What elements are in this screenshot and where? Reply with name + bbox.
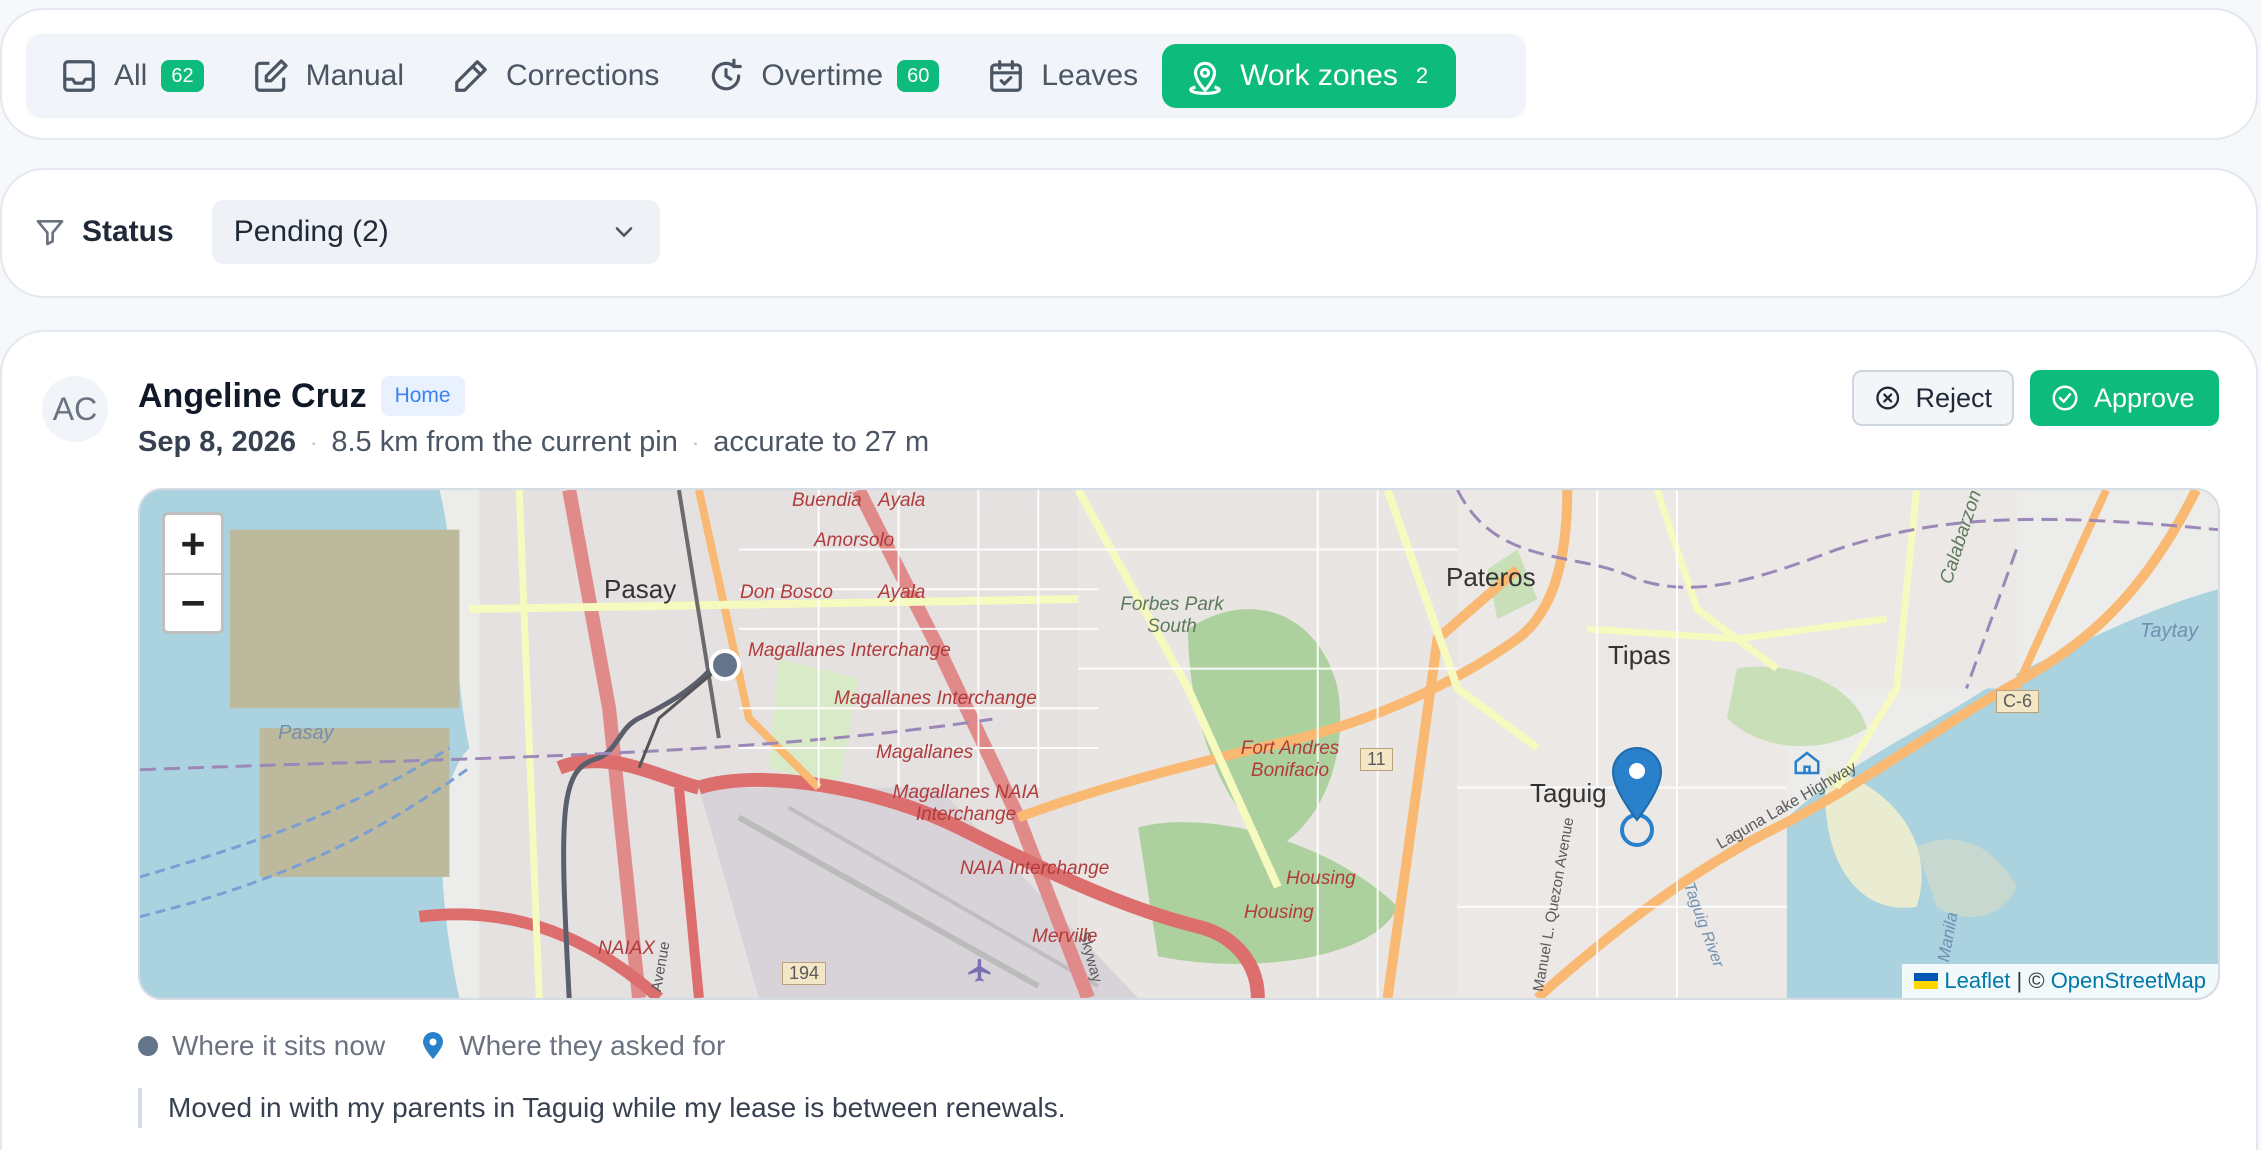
map-label-amorsolo: Amorsolo — [814, 530, 895, 551]
map-label-pasay-water: Pasay — [278, 722, 334, 744]
zoom-in-button[interactable]: + — [165, 515, 221, 573]
avatar: AC — [42, 376, 108, 442]
map-label-pateros: Pateros — [1446, 562, 1536, 592]
map-label-magallanes-naia: Magallanes NAIA Interchange — [892, 782, 1040, 825]
map-label-don-bosco: Don Bosco — [740, 582, 833, 603]
clock-rotate-icon — [712, 58, 743, 91]
reject-button[interactable]: Reject — [1852, 370, 2014, 426]
tab-all[interactable]: All 62 — [36, 44, 228, 108]
filter-icon — [36, 220, 64, 246]
requested-pin-icon — [423, 1032, 444, 1059]
tab-bar: All 62 Manual Corrections Overtime 60 Le… — [26, 34, 1526, 118]
status-filter-label: Status — [82, 215, 174, 248]
work-zone-request-card: AC Angeline Cruz Home Sep 8, 2026 · 8.5 … — [0, 330, 2258, 1150]
tab-all-count: 62 — [161, 60, 204, 92]
map-label-buendia: Buendia — [792, 490, 862, 511]
map-attribution: Leaflet | © OpenStreetMap — [1902, 964, 2218, 998]
map-label-magallanes-interchange-1: Magallanes Interchange — [748, 640, 951, 661]
tab-overtime-count: 60 — [897, 60, 940, 92]
edit-icon — [254, 59, 288, 92]
request-note: Moved in with my parents in Taguig while… — [138, 1088, 1065, 1128]
tab-work-zones-count: 2 — [1415, 63, 1429, 88]
tab-work-zones[interactable]: Work zones 2 — [1162, 44, 1457, 108]
request-type-tabs-card: All 62 Manual Corrections Overtime 60 Le… — [0, 8, 2258, 140]
filter-card: Status Pending (2) — [0, 168, 2258, 298]
map-label-magallanes: Magallanes — [876, 742, 974, 763]
distance-text: 8.5 km from the current pin — [331, 426, 678, 458]
tab-overtime[interactable]: Overtime 60 — [683, 44, 963, 108]
map-label-route-11: 11 — [1360, 748, 1393, 771]
calendar-check-icon — [990, 60, 1023, 92]
location-map[interactable]: Pasay Pasay Pateros Tipas Taguig Amorsol… — [138, 488, 2220, 1000]
map-label-taytay: Taytay — [2140, 620, 2199, 642]
map-label-magallanes-interchange-2: Magallanes Interchange — [834, 688, 1037, 709]
map-label-housing-1: Housing — [1286, 868, 1356, 889]
tab-manual[interactable]: Manual — [228, 44, 428, 108]
request-date: Sep 8, 2026 — [138, 426, 296, 458]
map-label-ayala-top: Ayala — [878, 490, 926, 511]
zoom-control: + − — [162, 512, 224, 634]
map-pin-icon — [1189, 61, 1221, 95]
map-legend: Where it sits now Where they asked for — [138, 1030, 725, 1062]
requester-name: Angeline Cruz — [138, 376, 367, 415]
tab-corrections[interactable]: Corrections — [428, 44, 683, 108]
check-circle-icon — [2052, 385, 2078, 411]
map-label-housing-2: Housing — [1244, 902, 1314, 923]
map-label-c6: C-6 — [1996, 690, 2040, 713]
legend-requested: Where they asked for — [459, 1030, 726, 1061]
inbox-icon — [63, 60, 95, 92]
map-label-route-194: 194 — [782, 962, 827, 985]
tab-leaves-label: Leaves — [1041, 59, 1139, 92]
pencil-icon — [455, 60, 487, 92]
meta-separator: · — [691, 429, 700, 455]
approve-button[interactable]: Approve — [2030, 370, 2219, 426]
map-label-fort-andres: Fort Andres Bonifacio — [1240, 738, 1340, 781]
x-circle-icon — [1876, 386, 1900, 410]
request-meta: Sep 8, 2026 · 8.5 km from the current pi… — [138, 426, 929, 459]
map-label-naiax: NAIAX — [598, 938, 656, 959]
zone-type-badge: Home — [380, 376, 465, 416]
leaflet-link[interactable]: Leaflet — [1944, 968, 2010, 994]
map-label-taguig: Taguig — [1530, 778, 1607, 808]
tab-leaves[interactable]: Leaves — [963, 44, 1162, 108]
requested-location-marker[interactable] — [1606, 744, 1668, 854]
status-select[interactable]: Pending (2) — [211, 200, 660, 264]
map-tiles — [140, 490, 2218, 998]
tab-work-zones-label: Work zones — [1240, 59, 1398, 92]
chevron-down-icon — [615, 227, 632, 238]
accuracy-text: accurate to 27 m — [713, 426, 930, 458]
approve-label: Approve — [2094, 382, 2195, 413]
tab-overtime-label: Overtime — [761, 59, 884, 92]
current-location-marker[interactable] — [708, 648, 742, 682]
openstreetmap-link[interactable]: OpenStreetMap — [2051, 968, 2206, 994]
status-filter: Status Pending (2) — [34, 200, 660, 264]
tab-manual-label: Manual — [305, 59, 404, 92]
current-location-dot-icon — [138, 1036, 158, 1056]
home-icon — [1794, 751, 1820, 775]
legend-current: Where it sits now — [172, 1030, 386, 1061]
status-select-value: Pending (2) — [233, 215, 389, 248]
airport-icon — [968, 958, 991, 982]
map-label-naia-interchange: NAIA Interchange — [960, 858, 1110, 879]
zoom-out-button[interactable]: − — [165, 573, 221, 631]
requester-header: Angeline Cruz Home — [138, 376, 465, 416]
ukraine-flag-icon — [1914, 973, 1939, 989]
map-label-pasay: Pasay — [604, 574, 677, 604]
map-label-ayala: Ayala — [878, 582, 926, 603]
tab-corrections-label: Corrections — [506, 59, 660, 92]
meta-separator: · — [310, 429, 318, 455]
tab-all-label: All — [114, 59, 148, 92]
map-label-forbes: Forbes Park South — [1120, 594, 1224, 637]
map-label-tipas: Tipas — [1608, 640, 1671, 670]
attribution-separator: | © — [2010, 968, 2051, 993]
reject-label: Reject — [1915, 382, 1992, 413]
